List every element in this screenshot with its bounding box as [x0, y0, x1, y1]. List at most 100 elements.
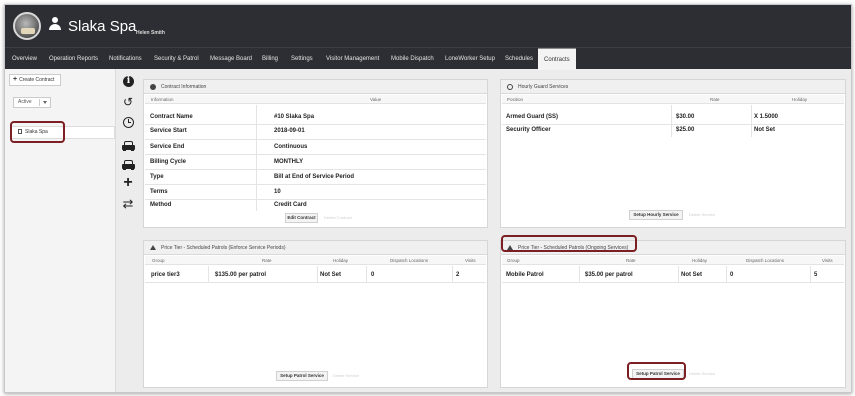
info-icon[interactable]: i [123, 76, 134, 87]
tab-settings[interactable]: Settings [291, 48, 313, 70]
row-label: Terms [150, 189, 168, 195]
tab-overview[interactable]: Overview [12, 48, 37, 70]
plus-icon: + [13, 76, 18, 83]
holiday-cell: Not Set [754, 127, 775, 133]
tab-security-patrol[interactable]: Security & Patrol [154, 48, 199, 70]
group-cell: Mobile Patrol [506, 272, 544, 278]
row-value: Bill at End of Service Period [274, 174, 355, 180]
tab-mobile-dispatch[interactable]: Mobile Dispatch [391, 48, 434, 70]
history-icon[interactable]: ↺ [121, 95, 135, 109]
hourly-services-panel: Hourly Guard Services Position Rate Holi… [500, 79, 846, 228]
rate-cell: $25.00 [676, 127, 695, 133]
chevron-down-icon [43, 101, 47, 104]
setup-hourly-service-button[interactable]: Setup Hourly Service [629, 210, 683, 220]
col-group: Group [507, 258, 520, 263]
row-value: #10 Slaka Spa [274, 114, 315, 120]
clock-icon[interactable] [123, 117, 134, 128]
row-value: MONTHLY [274, 159, 304, 165]
holiday-cell: Not Set [320, 272, 341, 278]
col-information: Information [151, 97, 174, 102]
tab-loneworker-setup[interactable]: LoneWorker Setup [445, 48, 495, 70]
status-filter-select[interactable]: Active [13, 97, 51, 108]
divider [145, 169, 486, 170]
position-cell: Security Officer [506, 127, 551, 133]
col-holiday: Holiday [792, 97, 808, 102]
locations-cell: 0 [371, 272, 375, 278]
rate-cell: $30.00 [676, 114, 695, 120]
highlight-box [10, 121, 65, 143]
panel-header: Price Tier - Scheduled Patrols (Enforce … [144, 241, 487, 255]
visits-cell: 2 [456, 272, 460, 278]
user-icon [48, 17, 62, 31]
panel-title: Price Tier - Scheduled Patrols (Enforce … [161, 245, 286, 251]
tab-contracts[interactable]: Contracts [538, 48, 576, 70]
divider [726, 266, 727, 282]
delete-service-link[interactable]: Delete Service [689, 371, 715, 376]
table-header: Group Rate Holiday Dispatch Locations Vi… [145, 256, 486, 265]
clock-icon [507, 84, 513, 90]
delete-service-link[interactable]: Delete Service [689, 212, 715, 217]
app-header: Slaka Spa Helen Smith [5, 5, 851, 47]
divider [751, 105, 752, 137]
row-value: 10 [274, 189, 281, 195]
car-icon[interactable] [122, 141, 135, 151]
delete-contract-link[interactable]: Delete Contract [324, 215, 352, 220]
row-label: Service Start [150, 128, 187, 134]
tab-message-board[interactable]: Message Board [210, 48, 252, 70]
contract-info-panel: Contract Information Information Value C… [143, 79, 488, 228]
col-value: Value [370, 97, 382, 102]
delete-service-link[interactable]: Delete Service [333, 373, 359, 378]
rate-cell: $135.00 per patrol [215, 272, 267, 278]
contracts-sidebar: + Create Contract Active Slaka Spa [5, 69, 116, 392]
divider [145, 124, 486, 125]
exchange-icon[interactable]: ⇄ [121, 197, 135, 211]
divider [678, 266, 679, 282]
create-contract-label: Create Contract [19, 77, 55, 83]
info-icon [150, 84, 156, 90]
col-holiday: Holiday [692, 258, 708, 263]
col-rate: Rate [262, 258, 272, 263]
action-icon-column: i ↺ + ⇄ [117, 69, 141, 392]
col-dispatch-locations: Dispatch Locations [390, 258, 429, 263]
position-cell: Armed Guard (SS) [506, 114, 559, 120]
plus-icon[interactable]: + [121, 175, 135, 191]
divider [452, 266, 453, 282]
user-name: Helen Smith [136, 30, 165, 36]
locations-cell: 0 [730, 272, 734, 278]
org-avatar[interactable] [13, 12, 41, 40]
highlight-box [627, 362, 686, 380]
create-contract-button[interactable]: + Create Contract [9, 74, 61, 86]
panel-header: Contract Information [144, 80, 487, 94]
col-rate: Rate [626, 258, 636, 263]
divider [145, 154, 486, 155]
warning-icon [150, 245, 156, 250]
row-label: Type [150, 174, 164, 180]
col-visits: Visits [822, 258, 833, 263]
col-rate: Rate [710, 97, 720, 102]
edit-contract-button[interactable]: Edit Contract [285, 213, 318, 223]
holiday-cell: Not Set [681, 272, 702, 278]
row-label: Service End [150, 144, 185, 150]
tab-schedules[interactable]: Schedules [505, 48, 533, 70]
divider [256, 105, 257, 211]
tab-notifications[interactable]: Notifications [109, 48, 142, 70]
panel-title: Contract Information [161, 84, 207, 90]
table-header: Group Rate Holiday Dispatch Locations Vi… [502, 256, 844, 265]
divider [145, 139, 486, 140]
holiday-cell: X 1.5000 [754, 114, 779, 120]
tab-operation-reports[interactable]: Operation Reports [49, 48, 98, 70]
status-filter-value: Active [18, 99, 32, 105]
table-header: Position Rate Holiday [502, 95, 844, 104]
tab-billing[interactable]: Billing [262, 48, 278, 70]
col-holiday: Holiday [333, 258, 349, 263]
divider [145, 282, 486, 283]
visits-cell: 5 [814, 272, 818, 278]
group-cell: price tier3 [151, 272, 180, 278]
divider [671, 105, 672, 137]
divider [366, 266, 367, 282]
setup-patrol-service-button[interactable]: Setup Patrol Service [276, 371, 328, 381]
app-window: Slaka Spa Helen Smith Overview Operation… [4, 4, 852, 393]
tab-visitor-management[interactable]: Visitor Management [326, 48, 379, 70]
taxi-icon[interactable] [122, 160, 135, 170]
divider [502, 124, 844, 125]
